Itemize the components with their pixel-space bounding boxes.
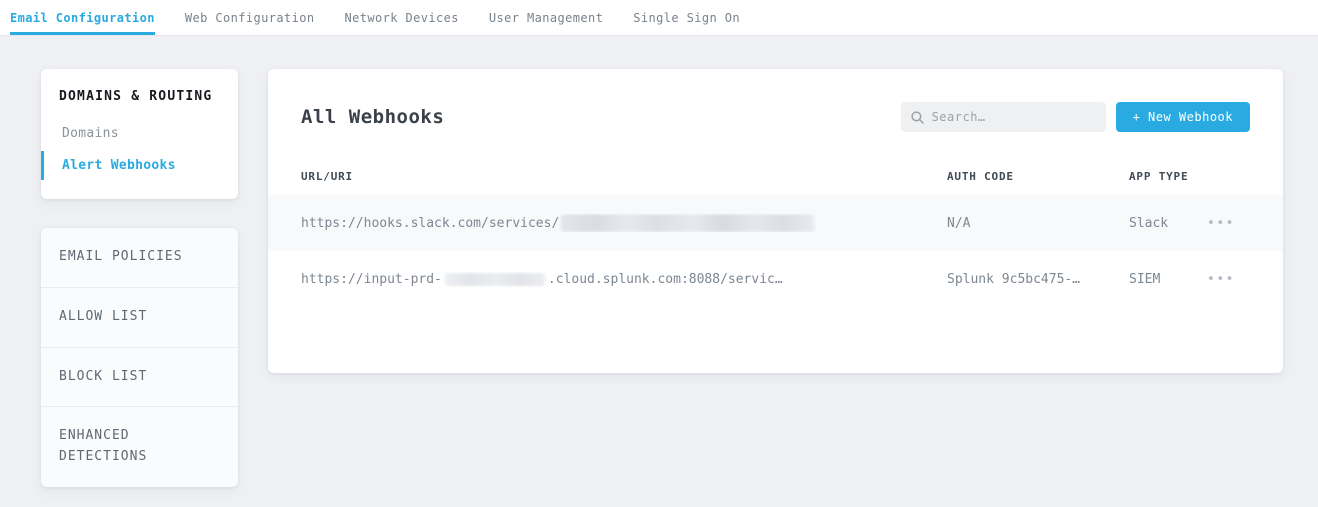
domains-routing-card: DOMAINS & ROUTING Domains Alert Webhooks bbox=[41, 69, 238, 199]
sidebar-item-email-policies[interactable]: EMAIL POLICIES bbox=[41, 228, 238, 287]
sidebar-sections-card: EMAIL POLICIES ALLOW LIST BLOCK LIST ENH… bbox=[41, 228, 238, 487]
webhooks-table: URL/URI AUTH CODE APP TYPE https://hooks… bbox=[301, 163, 1250, 307]
webhook-url-prefix: https://hooks.slack.com/services/ bbox=[301, 216, 559, 231]
tab-email-configuration[interactable]: Email Configuration bbox=[10, 0, 155, 35]
row-menu-ellipsis-icon[interactable]: ••• bbox=[1207, 272, 1235, 287]
header-actions: + New Webhook bbox=[901, 102, 1250, 132]
webhook-auth-code: Splunk 9c5bc475-… bbox=[947, 272, 1129, 287]
sidebar-item-enhanced-detections[interactable]: ENHANCED DETECTIONS bbox=[41, 406, 238, 487]
search-icon bbox=[911, 111, 924, 124]
redacted-url-segment bbox=[445, 273, 545, 286]
table-row-slack-webhook[interactable]: https://hooks.slack.com/services/ N/A Sl… bbox=[268, 195, 1283, 251]
webhook-app-type: Slack bbox=[1129, 216, 1207, 231]
webhook-app-type: SIEM bbox=[1129, 272, 1207, 287]
table-row-splunk-webhook[interactable]: https://input-prd- .cloud.splunk.com:808… bbox=[268, 251, 1283, 307]
new-webhook-button[interactable]: + New Webhook bbox=[1116, 102, 1250, 132]
webhook-url-suffix: .cloud.splunk.com:8088/servic… bbox=[548, 272, 783, 287]
table-header-row: URL/URI AUTH CODE APP TYPE bbox=[301, 163, 1250, 189]
webhooks-header: All Webhooks + New Webhook bbox=[301, 101, 1250, 133]
domains-routing-heading: DOMAINS & ROUTING bbox=[59, 89, 220, 104]
column-header-url: URL/URI bbox=[301, 170, 947, 183]
top-navigation: Email Configuration Web Configuration Ne… bbox=[0, 0, 1318, 36]
tab-user-management[interactable]: User Management bbox=[489, 0, 603, 35]
webhook-url-prefix: https://input-prd- bbox=[301, 272, 442, 287]
webhook-auth-code: N/A bbox=[947, 216, 1129, 231]
search-input[interactable] bbox=[932, 110, 1096, 124]
tab-network-devices[interactable]: Network Devices bbox=[345, 0, 459, 35]
tab-single-sign-on[interactable]: Single Sign On bbox=[633, 0, 740, 35]
sidebar-item-alert-webhooks[interactable]: Alert Webhooks bbox=[41, 151, 238, 180]
tab-web-configuration[interactable]: Web Configuration bbox=[185, 0, 315, 35]
sidebar: DOMAINS & ROUTING Domains Alert Webhooks… bbox=[41, 69, 238, 487]
row-menu-ellipsis-icon[interactable]: ••• bbox=[1207, 216, 1235, 231]
webhook-url: https://input-prd- .cloud.splunk.com:808… bbox=[301, 272, 947, 287]
sidebar-item-domains[interactable]: Domains bbox=[41, 119, 238, 148]
sidebar-item-block-list[interactable]: BLOCK LIST bbox=[41, 347, 238, 407]
page-title: All Webhooks bbox=[301, 106, 444, 128]
webhooks-panel: All Webhooks + New Webhook URL/URI AUTH … bbox=[268, 69, 1283, 373]
search-box bbox=[901, 102, 1106, 132]
page-content: DOMAINS & ROUTING Domains Alert Webhooks… bbox=[0, 36, 1318, 507]
column-header-app-type: APP TYPE bbox=[1129, 170, 1207, 183]
column-header-auth-code: AUTH CODE bbox=[947, 170, 1129, 183]
redacted-url-segment bbox=[561, 214, 814, 232]
webhook-url: https://hooks.slack.com/services/ bbox=[301, 214, 947, 232]
sidebar-item-allow-list[interactable]: ALLOW LIST bbox=[41, 287, 238, 347]
